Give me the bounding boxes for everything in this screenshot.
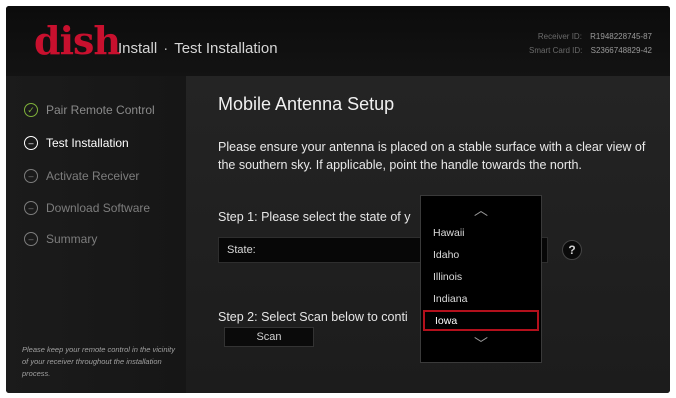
dropdown-option-hawaii[interactable]: Hawaii <box>423 222 539 243</box>
sidebar-step-summary[interactable]: – Summary <box>24 229 97 249</box>
receiver-id-row: Receiver ID: R1948228745-87 <box>529 30 652 44</box>
dropdown-option-iowa[interactable]: Iowa <box>423 310 539 331</box>
sidebar-step-label: Activate Receiver <box>46 169 140 183</box>
instructions-text: Please ensure your antenna is placed on … <box>218 140 646 172</box>
chevron-up-icon[interactable]: ︿ <box>421 200 541 220</box>
step2-label: Step 2: Select Scan below to conti <box>218 310 408 324</box>
header-section: Install <box>118 40 158 57</box>
dropdown-option-idaho[interactable]: Idaho <box>423 244 539 265</box>
header-page: Test Installation <box>174 40 278 57</box>
state-select-label: State: <box>227 244 256 256</box>
sidebar-step-test-installation[interactable]: – Test Installation <box>24 133 129 153</box>
smart-card-row: Smart Card ID: S2366748829-42 <box>529 44 652 58</box>
tv-screen: dish Install · Test Installation Receive… <box>6 6 670 393</box>
page-title: Mobile Antenna Setup <box>218 94 395 114</box>
step1-label: Step 1: Please select the state of y <box>218 210 411 224</box>
dropdown-option-indiana[interactable]: Indiana <box>423 288 539 309</box>
receiver-id-value: R1948228745-87 <box>590 32 652 41</box>
smart-card-label: Smart Card ID: <box>529 46 583 55</box>
check-circle-icon: ✓ <box>24 103 38 117</box>
dash-circle-icon: – <box>24 169 38 183</box>
receiver-info: Receiver ID: R1948228745-87 Smart Card I… <box>529 30 652 58</box>
dash-circle-icon: – <box>24 136 38 150</box>
header: dish Install · Test Installation Receive… <box>6 6 670 76</box>
help-icon[interactable]: ? <box>562 240 582 260</box>
header-title: Install · Test Installation <box>118 40 278 57</box>
sidebar-note: Please keep your remote control in the v… <box>22 345 175 378</box>
dash-circle-icon: – <box>24 201 38 215</box>
dash-circle-icon: – <box>24 232 38 246</box>
sidebar-step-label: Summary <box>46 232 98 246</box>
state-dropdown-list[interactable]: ︿ Hawaii Idaho Illinois Indiana Iowa ﹀ <box>420 195 542 363</box>
sidebar: ✓ Pair Remote Control – Test Installatio… <box>6 76 186 393</box>
sidebar-step-activate-receiver[interactable]: – Activate Receiver <box>24 166 139 186</box>
sidebar-step-label: Pair Remote Control <box>46 103 155 117</box>
sidebar-step-pair-remote[interactable]: ✓ Pair Remote Control <box>24 100 155 120</box>
header-separator: · <box>163 40 169 57</box>
sidebar-step-label: Download Software <box>46 201 151 215</box>
dropdown-option-illinois[interactable]: Illinois <box>423 266 539 287</box>
dish-logo: dish <box>34 18 121 63</box>
receiver-id-label: Receiver ID: <box>537 32 582 41</box>
sidebar-step-label: Test Installation <box>46 136 129 150</box>
smart-card-value: S2366748829-42 <box>590 46 652 55</box>
scan-button[interactable]: Scan <box>224 327 314 347</box>
sidebar-step-download-software[interactable]: – Download Software <box>24 198 150 218</box>
chevron-down-icon[interactable]: ﹀ <box>421 334 541 354</box>
